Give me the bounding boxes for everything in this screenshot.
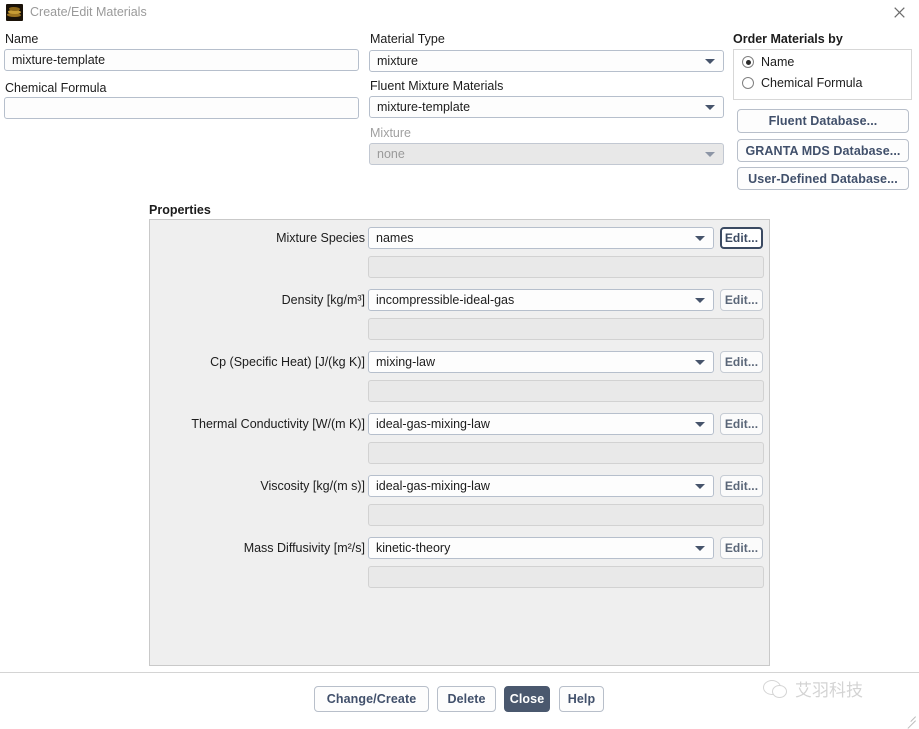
property-value: kinetic-theory — [376, 541, 451, 555]
watermark-text: 艾羽科技 — [795, 681, 863, 701]
fluent-layers-icon — [6, 3, 23, 21]
property-select-mixture-species[interactable]: names — [368, 227, 714, 249]
property-value: mixing-law — [376, 355, 436, 369]
radio-label: Name — [761, 55, 795, 69]
edit-button-viscosity[interactable]: Edit... — [720, 475, 763, 497]
property-value: names — [376, 231, 414, 245]
chevron-down-icon — [705, 59, 715, 64]
edit-button-mass-diffusivity[interactable]: Edit... — [720, 537, 763, 559]
property-label-cp: Cp (Specific Heat) [J/(kg K)] — [210, 355, 365, 369]
granta-mds-database-button[interactable]: GRANTA MDS Database... — [737, 139, 909, 162]
property-subfield-thermal-conductivity — [368, 442, 764, 464]
radio-label: Chemical Formula — [761, 76, 863, 90]
property-select-viscosity[interactable]: ideal-gas-mixing-law — [368, 475, 714, 497]
edit-button-mixture-species[interactable]: Edit... — [720, 227, 763, 249]
edit-button-thermal-conductivity[interactable]: Edit... — [720, 413, 763, 435]
property-value: ideal-gas-mixing-law — [376, 417, 490, 431]
close-button[interactable]: Close — [504, 686, 550, 712]
property-label-mixture-species: Mixture Species — [276, 231, 365, 245]
delete-button[interactable]: Delete — [437, 686, 496, 712]
property-label-thermal-conductivity: Thermal Conductivity [W/(m K)] — [191, 417, 365, 431]
material-type-label: Material Type — [370, 32, 445, 46]
name-input[interactable]: mixture-template — [4, 49, 359, 71]
close-window-button[interactable] — [879, 0, 919, 24]
edit-button-cp[interactable]: Edit... — [720, 351, 763, 373]
user-defined-database-button[interactable]: User-Defined Database... — [737, 167, 909, 190]
radio-indicator — [742, 56, 754, 68]
property-select-cp[interactable]: mixing-law — [368, 351, 714, 373]
property-select-thermal-conductivity[interactable]: ideal-gas-mixing-law — [368, 413, 714, 435]
window-titlebar: Create/Edit Materials — [0, 0, 919, 24]
mixture-label: Mixture — [370, 126, 411, 140]
resize-grip[interactable] — [904, 710, 916, 729]
property-value: incompressible-ideal-gas — [376, 293, 515, 307]
chevron-down-icon — [705, 152, 715, 157]
change-create-button[interactable]: Change/Create — [314, 686, 429, 712]
property-label-viscosity: Viscosity [kg/(m s)] — [260, 479, 365, 493]
chevron-down-icon — [695, 236, 705, 241]
property-subfield-mixture-species — [368, 256, 764, 278]
footer-divider — [0, 672, 919, 673]
chemical-formula-input[interactable] — [4, 97, 359, 119]
chevron-down-icon — [695, 546, 705, 551]
property-subfield-viscosity — [368, 504, 764, 526]
fluent-mixture-materials-select[interactable]: mixture-template — [369, 96, 724, 118]
property-select-mass-diffusivity[interactable]: kinetic-theory — [368, 537, 714, 559]
property-subfield-density — [368, 318, 764, 340]
fluent-mixture-materials-label: Fluent Mixture Materials — [370, 79, 504, 93]
chevron-down-icon — [695, 422, 705, 427]
mixture-select: none — [369, 143, 724, 165]
chemical-formula-label: Chemical Formula — [5, 81, 107, 95]
property-label-mass-diffusivity: Mass Diffusivity [m²/s] — [243, 541, 365, 555]
property-subfield-mass-diffusivity — [368, 566, 764, 588]
radio-order-by-chemical-formula[interactable]: Chemical Formula — [742, 76, 862, 90]
name-label: Name — [5, 32, 39, 46]
mixture-value: none — [377, 147, 405, 161]
radio-order-by-name[interactable]: Name — [742, 55, 794, 69]
chevron-down-icon — [705, 105, 715, 110]
fluent-mixture-materials-value: mixture-template — [377, 100, 471, 114]
material-type-select[interactable]: mixture — [369, 50, 724, 72]
order-materials-by-label: Order Materials by — [733, 32, 843, 46]
window-title: Create/Edit Materials — [30, 5, 147, 19]
help-button[interactable]: Help — [559, 686, 604, 712]
wechat-icon — [763, 678, 789, 700]
properties-section-label: Properties — [149, 203, 211, 217]
chevron-down-icon — [695, 298, 705, 303]
property-label-density: Density [kg/m³] — [281, 293, 365, 307]
edit-button-density[interactable]: Edit... — [720, 289, 763, 311]
property-subfield-cp — [368, 380, 764, 402]
material-type-value: mixture — [377, 54, 418, 68]
chevron-down-icon — [695, 360, 705, 365]
close-icon — [893, 6, 905, 18]
radio-indicator — [742, 77, 754, 89]
chevron-down-icon — [695, 484, 705, 489]
property-value: ideal-gas-mixing-law — [376, 479, 490, 493]
watermark: 艾羽科技 — [763, 676, 863, 701]
fluent-database-button[interactable]: Fluent Database... — [737, 109, 909, 133]
property-select-density[interactable]: incompressible-ideal-gas — [368, 289, 714, 311]
